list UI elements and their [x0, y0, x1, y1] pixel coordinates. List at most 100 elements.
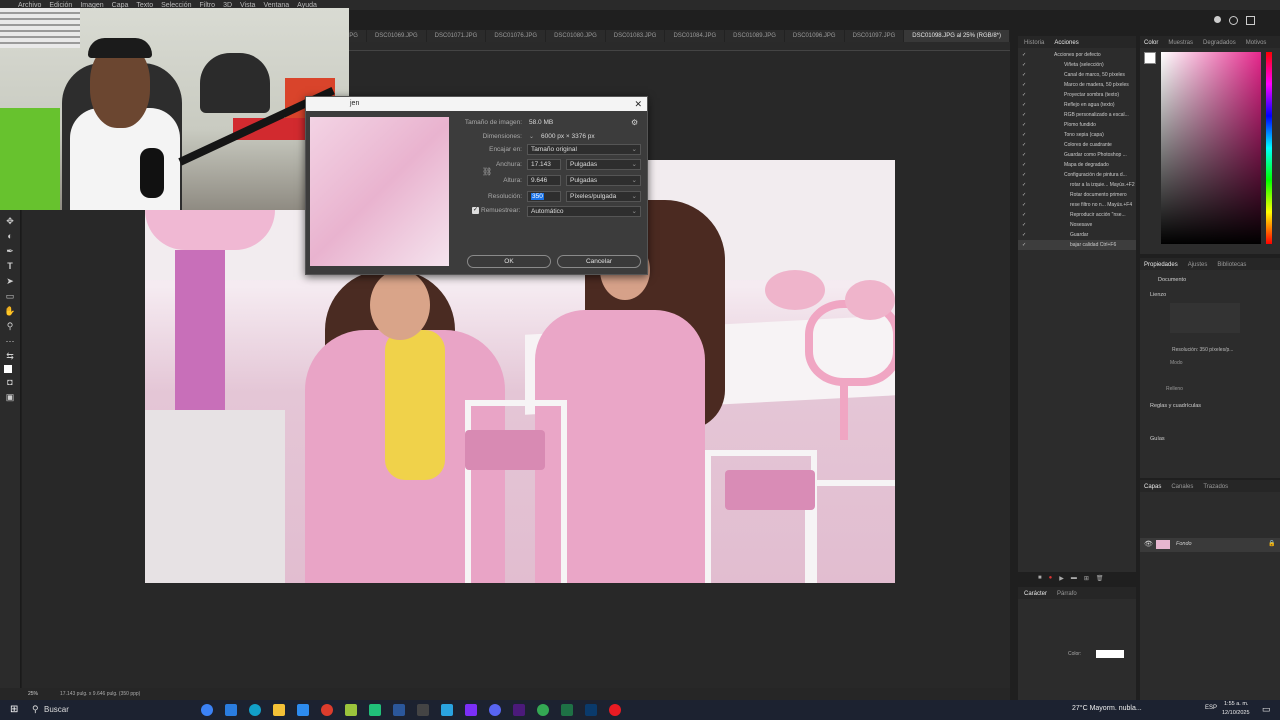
trash-icon[interactable]: 🗑: [1096, 575, 1104, 584]
action-toggle-icon[interactable]: ✓: [1022, 150, 1032, 160]
hand-tool-icon[interactable]: ✋: [4, 305, 16, 317]
action-toggle-icon[interactable]: ✓: [1022, 50, 1032, 60]
panel-tab[interactable]: Historia: [1024, 40, 1044, 46]
record-icon[interactable]: ●: [1049, 575, 1053, 584]
app-icon-1[interactable]: [201, 704, 213, 716]
action-toggle-icon[interactable]: ✓: [1022, 120, 1032, 130]
action-toggle-icon[interactable]: ✓: [1022, 200, 1032, 210]
action-item[interactable]: ✓ Configuración de pintura d...: [1018, 170, 1136, 180]
foreground-swatch[interactable]: [1144, 52, 1156, 64]
panel-tab[interactable]: Color: [1144, 40, 1158, 46]
action-toggle-icon[interactable]: ✓: [1022, 210, 1032, 220]
taskbar-search[interactable]: Buscar: [44, 705, 69, 714]
lock-icon[interactable]: 🔒: [1268, 540, 1275, 547]
action-item[interactable]: ✓ rese filtro no n... Mayús.+F4: [1018, 200, 1136, 210]
action-toggle-icon[interactable]: ✓: [1022, 170, 1032, 180]
gear-icon[interactable]: ⚙: [631, 118, 638, 127]
ok-button[interactable]: OK: [467, 255, 551, 268]
close-icon[interactable]: ✕: [634, 97, 642, 111]
panel-tab[interactable]: Canales: [1171, 484, 1193, 490]
chrome-icon[interactable]: [537, 704, 549, 716]
action-toggle-icon[interactable]: ✓: [1022, 130, 1032, 140]
panel-tab[interactable]: Párrafo: [1057, 591, 1077, 597]
folder-icon[interactable]: ▬: [1071, 575, 1077, 584]
panel-tab[interactable]: Muestras: [1168, 40, 1193, 46]
text-color-swatch[interactable]: [1096, 650, 1124, 658]
action-item[interactable]: ✓ Rotar documento primero: [1018, 190, 1136, 200]
action-item[interactable]: ✓ bajar calidad Ctrl+F6: [1018, 240, 1136, 250]
search-icon[interactable]: ⚲: [32, 704, 39, 715]
swap-colors-icon[interactable]: ⇆: [4, 350, 16, 362]
action-toggle-icon[interactable]: ✓: [1022, 60, 1032, 70]
pen-tool-icon[interactable]: ✒: [4, 245, 16, 257]
chevron-down-icon[interactable]: ⌄: [529, 133, 534, 140]
panel-tab[interactable]: Degradados: [1203, 40, 1236, 46]
zoom-tool-icon[interactable]: ⚲: [4, 320, 16, 332]
windows-start-icon[interactable]: ⊞: [10, 704, 18, 715]
quick-mask-icon[interactable]: ◘: [4, 376, 16, 388]
app-icon-3[interactable]: [249, 704, 261, 716]
action-toggle-icon[interactable]: ✓: [1022, 80, 1032, 90]
opera-icon[interactable]: [609, 704, 621, 716]
panel-tab[interactable]: Carácter: [1024, 591, 1047, 597]
document-tab[interactable]: DSC01096.JPG: [785, 30, 845, 42]
canvas-size-fields[interactable]: [1170, 303, 1240, 333]
workspace-icon[interactable]: [1246, 16, 1255, 25]
eye-icon[interactable]: 👁: [1144, 540, 1153, 548]
action-item[interactable]: ✓ Colores de cuadrante: [1018, 140, 1136, 150]
document-tab[interactable]: DSC01098.JPG al 25% (RGB/8*): [904, 30, 1010, 42]
clock-time[interactable]: 1:55 a. m.: [1224, 701, 1248, 707]
panel-tab[interactable]: Motivos: [1246, 40, 1267, 46]
height-input[interactable]: 9.646: [527, 175, 561, 186]
action-toggle-icon[interactable]: ✓: [1022, 220, 1032, 230]
new-action-icon[interactable]: ⊞: [1084, 575, 1089, 584]
panel-tab[interactable]: Acciones: [1054, 40, 1078, 46]
clock-date[interactable]: 12/10/2025: [1222, 710, 1250, 716]
action-toggle-icon[interactable]: ✓: [1022, 140, 1032, 150]
app-icon-2[interactable]: [225, 704, 237, 716]
panel-tab[interactable]: Propiedades: [1144, 262, 1178, 268]
action-item[interactable]: ✓ Proyectar sombra (texto): [1018, 90, 1136, 100]
action-toggle-icon[interactable]: ✓: [1022, 100, 1032, 110]
preview-image[interactable]: [310, 117, 449, 266]
document-tab[interactable]: DSC01084.JPG: [665, 30, 726, 42]
fit-to-select[interactable]: Tamaño original ⌄: [527, 144, 641, 155]
action-toggle-icon[interactable]: ✓: [1022, 240, 1032, 250]
premiere-icon[interactable]: [513, 704, 525, 716]
height-unit-select[interactable]: Pulgadas ⌄: [566, 175, 641, 186]
action-item[interactable]: ✓ RGB personalizado a escal...: [1018, 110, 1136, 120]
action-toggle-icon[interactable]: ✓: [1022, 110, 1032, 120]
layer-name[interactable]: Fondo: [1176, 541, 1192, 547]
screen-mode-icon[interactable]: ▣: [4, 391, 16, 403]
language-indicator[interactable]: ESP: [1205, 705, 1217, 711]
action-item[interactable]: ✓ rotar a la izquie... Mayús.+F2: [1018, 180, 1136, 190]
excel-icon[interactable]: [561, 704, 573, 716]
app-icon-10[interactable]: [417, 704, 429, 716]
app-icon-5[interactable]: [297, 704, 309, 716]
app-icon-8[interactable]: [369, 704, 381, 716]
stop-icon[interactable]: ■: [1038, 575, 1042, 584]
resolution-unit-select[interactable]: Píxeles/pulgada ⌄: [566, 191, 641, 202]
action-item[interactable]: ✓ Canal de marco, 50 píxeles: [1018, 70, 1136, 80]
panel-tab[interactable]: Bibliotecas: [1217, 262, 1246, 268]
action-toggle-icon[interactable]: ✓: [1022, 190, 1032, 200]
resample-select[interactable]: Automático ⌄: [527, 206, 641, 217]
zoom-level[interactable]: 25%: [28, 691, 38, 697]
panel-tab[interactable]: Capas: [1144, 484, 1161, 490]
document-tab[interactable]: DSC01089.JPG: [725, 30, 785, 42]
photoshop-icon[interactable]: [585, 704, 597, 716]
action-item[interactable]: ✓ Reflejo en agua (texto): [1018, 100, 1136, 110]
color-picker-field[interactable]: [1161, 52, 1261, 244]
width-unit-select[interactable]: Pulgadas ⌄: [566, 159, 641, 170]
action-item[interactable]: ✓ Viñeta (selección): [1018, 60, 1136, 70]
resolution-input[interactable]: 350: [527, 191, 561, 202]
action-item[interactable]: ✓ Guardar como Photoshop ...: [1018, 150, 1136, 160]
width-input[interactable]: 17.143: [527, 159, 561, 170]
document-tab[interactable]: DSC01097.JPG: [845, 30, 905, 42]
cancel-button[interactable]: Cancelar: [557, 255, 641, 268]
resample-checkbox[interactable]: ✓: [472, 207, 479, 214]
app-icon-7[interactable]: [345, 704, 357, 716]
document-tab[interactable]: DSC01069.JPG: [367, 30, 427, 42]
document-tab[interactable]: DSC01076.JPG: [486, 30, 547, 42]
type-tool-icon[interactable]: T: [4, 260, 16, 272]
